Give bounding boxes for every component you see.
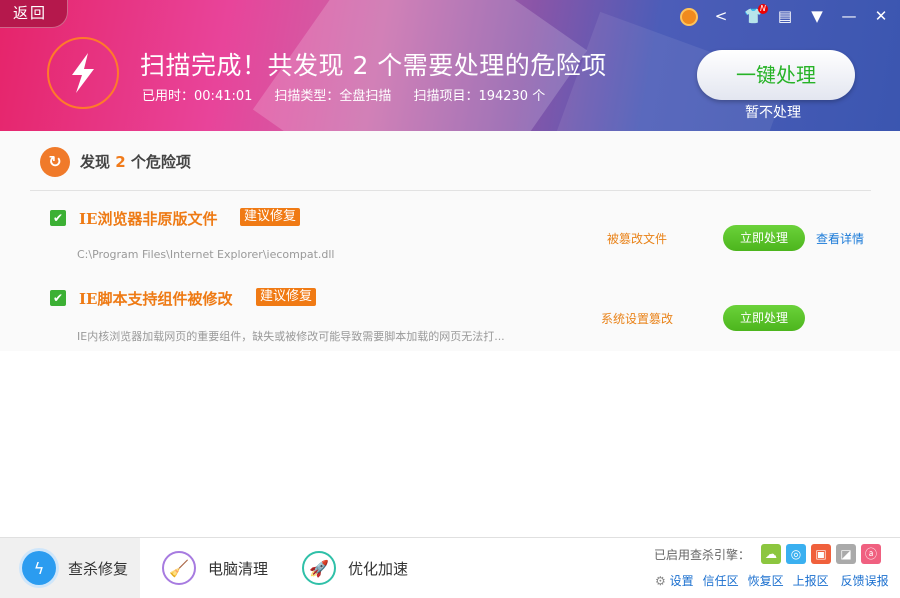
rocket-icon: 🚀	[302, 551, 336, 585]
tab-scan-repair[interactable]: ϟ 查杀修复	[0, 538, 140, 598]
lightning-icon	[47, 37, 119, 109]
share-icon[interactable]: <	[712, 7, 730, 25]
item-desc: C:\Program Files\Internet Explorer\iecom…	[77, 248, 334, 261]
view-details-link[interactable]: 查看详情	[816, 230, 864, 247]
tab-pc-clean[interactable]: 🧹 电脑清理	[162, 538, 268, 598]
window-controls: < 👕N ▤ ▼ — ✕	[680, 2, 890, 30]
menu-icon[interactable]: ▼	[808, 7, 826, 25]
page-title: 扫描完成！共发现 2 个需要处理的危险项	[140, 46, 607, 82]
header: 返回 扫描完成！共发现 2 个需要处理的危险项 已用时：00:41:01 扫描类…	[0, 0, 900, 131]
feedback-link[interactable]: 反馈误报	[841, 572, 889, 589]
scan-meta: 已用时：00:41:01 扫描类型：全盘扫描 扫描项目：194230 个	[142, 85, 545, 104]
results-panel: ↻ 发现 2 个危险项 ✔ IE浏览器非原版文件 建议修复 C:\Program…	[0, 131, 900, 351]
minimize-icon[interactable]: —	[840, 7, 858, 25]
fix-now-button[interactable]: 立即处理	[723, 225, 805, 251]
system-repair-engine-icon[interactable]: ▣	[811, 544, 831, 564]
item-kind: 被篡改文件	[607, 230, 667, 247]
list-item: ✔ IE浏览器非原版文件 建议修复 C:\Program Files\Inter…	[0, 210, 900, 280]
skin-icon[interactable]: 👕N	[744, 7, 762, 25]
restore-zone-link[interactable]: 恢复区	[748, 572, 784, 589]
settings-link[interactable]: ⚙ 设置	[655, 572, 694, 589]
back-button[interactable]: 返回	[0, 0, 68, 28]
footer-links: ⚙ 设置 信任区 恢复区 上报区 反馈误报	[655, 572, 889, 589]
gear-icon: ⚙	[655, 574, 666, 588]
alert-icon: ↻	[40, 147, 70, 177]
suggest-badge: 建议修复	[256, 288, 316, 306]
item-desc: IE内核浏览器加载网页的重要组件，缺失或被修改可能导致需要脚本加载的网页无法打.…	[77, 328, 505, 344]
suggest-badge: 建议修复	[240, 208, 300, 226]
item-name: IE脚本支持组件被修改	[79, 288, 232, 309]
footer: ϟ 查杀修复 🧹 电脑清理 🚀 优化加速 已启用查杀引擎： ☁ ◎ ▣ ◪ ⓐ …	[0, 537, 900, 597]
list-item: ✔ IE脚本支持组件被修改 建议修复 IE内核浏览器加载网页的重要组件，缺失或被…	[0, 290, 900, 360]
engines: 已启用查杀引擎： ☁ ◎ ▣ ◪ ⓐ	[654, 544, 881, 564]
cloud-engine-icon[interactable]: ☁	[761, 544, 781, 564]
report-zone-link[interactable]: 上报区	[793, 572, 829, 589]
close-icon[interactable]: ✕	[872, 7, 890, 25]
item-kind: 系统设置篡改	[601, 310, 673, 327]
trust-zone-link[interactable]: 信任区	[703, 572, 739, 589]
summary: 发现 2 个危险项	[80, 151, 191, 172]
divider	[30, 190, 871, 191]
qvm-engine-icon[interactable]: ◎	[786, 544, 806, 564]
lightning-icon: ϟ	[22, 551, 56, 585]
fix-now-button[interactable]: 立即处理	[723, 305, 805, 331]
tab-speedup[interactable]: 🚀 优化加速	[302, 538, 408, 598]
avira-engine-icon[interactable]: ◪	[836, 544, 856, 564]
item-checkbox[interactable]: ✔	[50, 210, 66, 226]
one-key-fix-button[interactable]: 一键处理	[697, 50, 855, 100]
item-checkbox[interactable]: ✔	[50, 290, 66, 306]
bitdefender-engine-icon[interactable]: ⓐ	[861, 544, 881, 564]
skip-button[interactable]: 暂不处理	[745, 102, 801, 122]
broom-icon: 🧹	[162, 551, 196, 585]
message-icon[interactable]: ▤	[776, 7, 794, 25]
medal-icon[interactable]	[680, 2, 698, 30]
item-name: IE浏览器非原版文件	[79, 208, 217, 229]
